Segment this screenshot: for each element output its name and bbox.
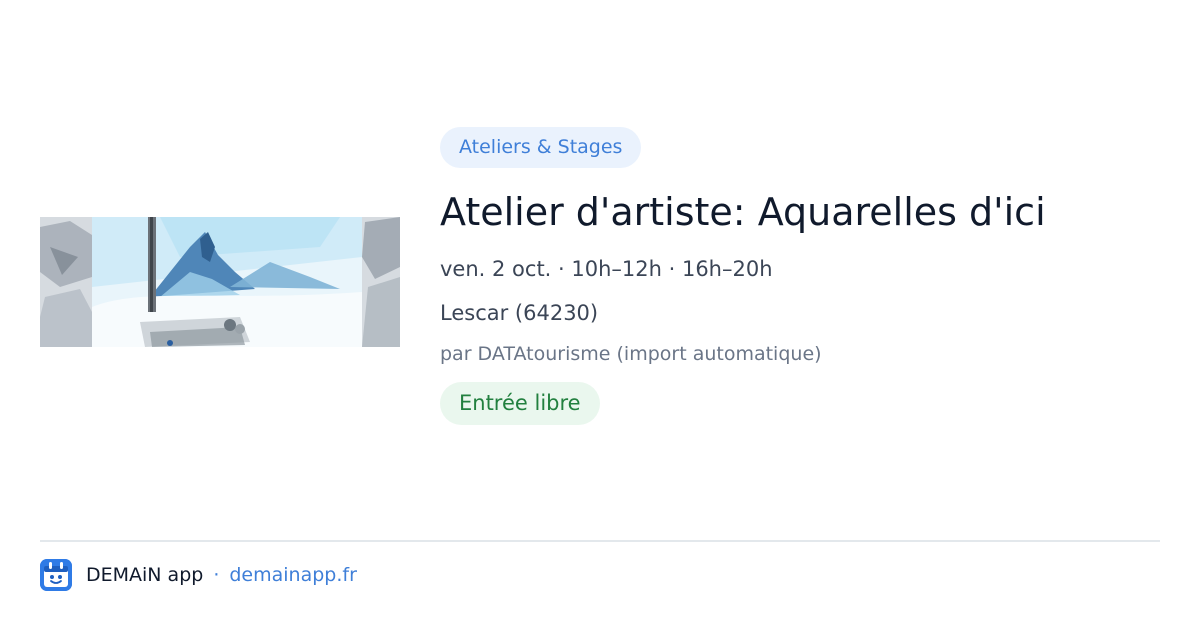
event-datetime: ven. 2 oct. · 10h–12h · 16h–20h	[440, 257, 773, 281]
event-card: Ateliers & Stages Atelier d'artiste: Aqu…	[0, 0, 1200, 630]
price-badge: Entrée libre	[440, 382, 600, 425]
category-badge[interactable]: Ateliers & Stages	[440, 127, 642, 168]
calendar-face-icon[interactable]	[40, 559, 72, 591]
app-name: DEMAiN app	[86, 564, 204, 586]
app-url-link[interactable]: demainapp.fr	[229, 564, 357, 586]
event-source: par DATAtourisme (import automatique)	[440, 343, 822, 365]
event-image[interactable]	[40, 217, 400, 347]
event-location: Lescar (64230)	[440, 301, 599, 325]
footer: DEMAiN app · demainapp.fr	[40, 558, 357, 592]
event-details: Ateliers & Stages Atelier d'artiste: Aqu…	[440, 127, 1160, 425]
footer-divider	[40, 540, 1160, 542]
event-title[interactable]: Atelier d'artiste: Aquarelles d'ici	[440, 188, 1160, 236]
footer-separator: ·	[213, 564, 220, 586]
